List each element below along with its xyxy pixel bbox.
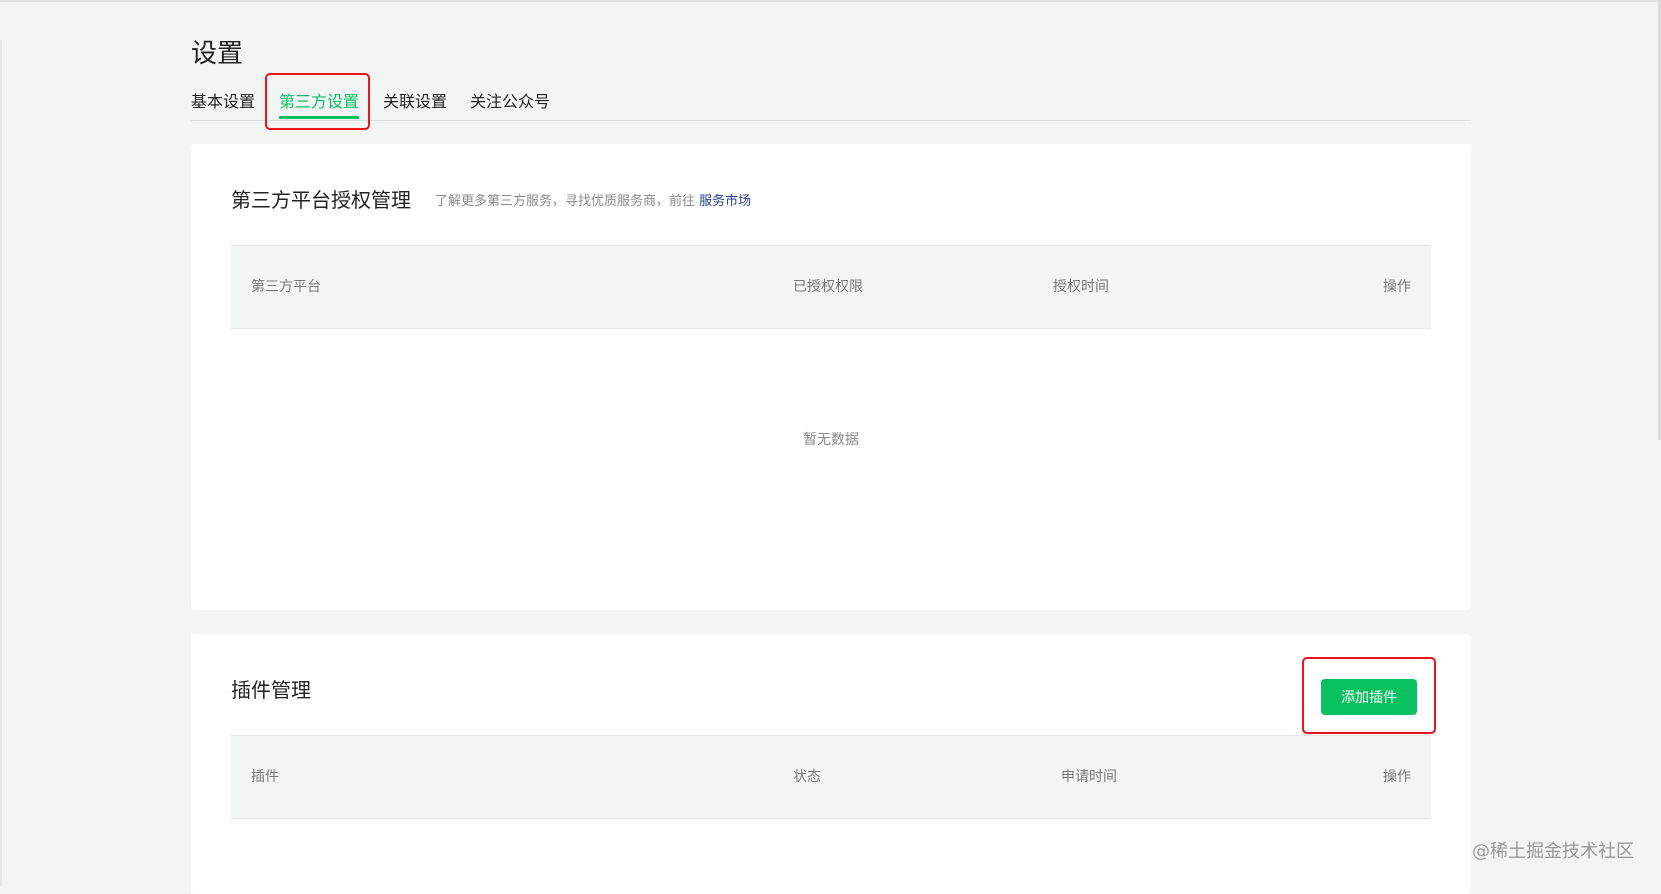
column-header-auth-time: 授权时间	[1053, 279, 1109, 295]
tab-linked-settings[interactable]: 关联设置	[383, 88, 447, 119]
service-market-link[interactable]: 服务市场	[699, 194, 751, 209]
authorization-title: 第三方平台授权管理	[231, 188, 411, 212]
authorization-description: 了解更多第三方服务，寻找优质服务商，前往 服务市场	[435, 193, 751, 211]
plugins-card: 插件管理 添加插件 插件 状态 申请时间 操作	[191, 634, 1471, 894]
authorization-table-header: 第三方平台 已授权权限 授权时间 操作	[231, 245, 1431, 329]
watermark: @稀土掘金技术社区	[1472, 841, 1634, 862]
column-header-plugin: 插件	[251, 769, 279, 785]
column-header-apply-time: 申请时间	[1061, 769, 1117, 785]
tab-follow-official-account[interactable]: 关注公众号	[470, 88, 550, 119]
column-header-platform: 第三方平台	[251, 279, 321, 295]
plugins-table-header: 插件 状态 申请时间 操作	[231, 735, 1431, 819]
page-title: 设置	[191, 39, 244, 69]
annotation-highlight-tab	[265, 73, 370, 130]
tab-basic-settings[interactable]: 基本设置	[191, 88, 255, 119]
description-text: 了解更多第三方服务，寻找优质服务商，前往	[435, 194, 696, 209]
left-border	[0, 40, 2, 886]
annotation-highlight-button	[1302, 657, 1436, 734]
top-border	[0, 0, 1661, 2]
plugins-title: 插件管理	[231, 678, 311, 702]
column-header-status: 状态	[793, 769, 821, 785]
column-header-actions: 操作	[1383, 769, 1411, 785]
column-header-permissions: 已授权权限	[793, 279, 863, 295]
settings-tabs: 基本设置 第三方设置 关联设置 关注公众号	[191, 88, 1471, 121]
authorization-card: 第三方平台授权管理 了解更多第三方服务，寻找优质服务商，前往 服务市场 第三方平…	[191, 144, 1471, 610]
empty-state: 暂无数据	[803, 432, 859, 448]
column-header-actions: 操作	[1383, 279, 1411, 295]
